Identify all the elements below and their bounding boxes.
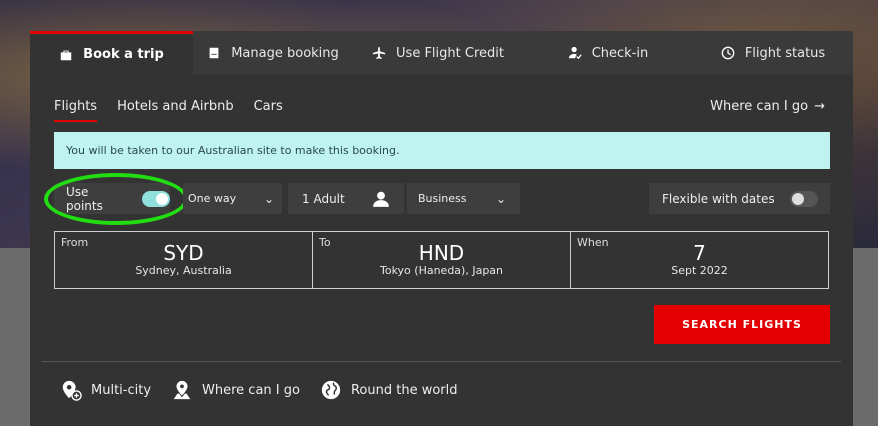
chevron-down-icon: ⌄ [495,191,506,206]
subnav-hotels-and-airbnb[interactable]: Hotels and Airbnb [117,99,234,122]
chevron-down-icon: ⌄ [263,191,274,206]
use-points-toggle[interactable] [142,190,170,207]
globe-icon [321,380,341,400]
tab-manage-booking[interactable]: Manage booking [193,31,353,75]
route-fields: From SYD Sydney, Australia To HND Tokyo … [54,231,829,289]
tab-book-a-trip[interactable]: Book a trip [30,31,193,75]
tab-flight-status[interactable]: Flight status [693,31,853,75]
passengers-value: 1 Adult [302,191,345,206]
round-the-world-label: Round the world [350,382,458,398]
bottom-links: Multi-city Where can I go Round the worl… [60,379,458,401]
search-flights-button[interactable]: SEARCH FLIGHTS [654,305,830,344]
divider [42,361,841,362]
flexible-dates-toggle[interactable] [790,190,818,207]
round-the-world-link[interactable]: Round the world [320,379,458,401]
when-day: 7 [693,241,706,265]
where-can-i-go-label: Where can I go [710,99,809,114]
toggle-knob [792,192,804,205]
clock-icon [721,46,735,60]
trip-type-select[interactable]: One way ⌄ [183,183,282,214]
multi-city-link[interactable]: Multi-city [60,379,151,401]
from-field[interactable]: From SYD Sydney, Australia [55,232,313,288]
use-points-control: Use points [54,183,170,214]
toggle-knob [156,192,169,205]
to-city: Tokyo (Haneda), Japan [379,264,504,277]
australian-site-notice: You will be taken to our Australian site… [54,132,830,169]
multi-city-label: Multi-city [91,382,152,398]
tab-label: Flight status [744,45,826,61]
to-airport-code: HND [418,241,465,265]
flexible-dates-label: Flexible with dates [662,191,775,206]
document-icon [209,47,219,59]
tab-label: Check-in [591,45,649,61]
passengers-select[interactable]: 1 Adult [288,183,404,214]
trip-type-value: One way [188,192,237,205]
sub-navigation: Flights Hotels and Airbnb Cars [54,99,283,122]
cabin-class-value: Business [418,192,467,205]
briefcase-icon [60,50,72,60]
map-pin-icon [173,380,191,400]
location-pin-plus-icon [62,380,82,401]
tab-label: Book a trip [83,47,164,62]
from-airport-code: SYD [163,241,204,265]
where-can-i-go-map-link[interactable]: Where can I go [171,379,300,401]
subnav-flights[interactable]: Flights [54,99,98,122]
from-city: Sydney, Australia [135,264,232,277]
plane-icon [372,46,386,60]
to-field[interactable]: To HND Tokyo (Haneda), Japan [313,232,571,288]
tab-label: Use Flight Credit [396,45,504,61]
booking-panel: Book a trip Manage booking Use Flight Cr… [30,31,853,426]
person-check-icon [568,46,582,60]
flexible-dates-control: Flexible with dates [649,183,830,214]
when-month: Sept 2022 [671,264,728,277]
where-can-i-go-link[interactable]: Where can I go → [710,99,825,114]
main-tabs: Book a trip Manage booking Use Flight Cr… [30,31,853,75]
tab-use-flight-credit[interactable]: Use Flight Credit [353,31,523,75]
tab-label: Manage booking [231,45,339,61]
where-can-i-go-bottom-label: Where can I go [202,382,300,398]
use-points-label: Use points [66,184,103,213]
cabin-class-select[interactable]: Business ⌄ [407,183,520,214]
tab-check-in[interactable]: Check-in [523,31,693,75]
arrow-right-icon: → [814,99,825,114]
when-field[interactable]: When 7 Sept 2022 [571,232,828,288]
person-icon [373,191,389,207]
subnav-cars[interactable]: Cars [254,99,283,122]
